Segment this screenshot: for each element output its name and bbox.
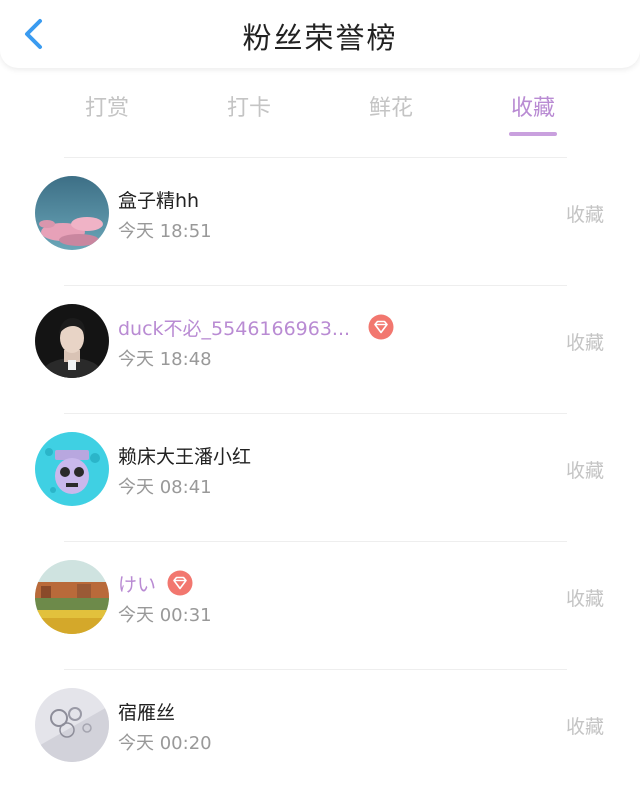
fan-row[interactable]: duck不必_5546166963... 今天 18:48 收藏 [0,300,640,428]
fan-name: 盒子精hh [118,190,200,212]
fan-name: 赖床大王潘小红 [118,446,252,468]
fan-row[interactable]: 赖床大王潘小红 今天 08:41 收藏 [0,428,640,556]
page-title: 粉丝荣誉榜 [242,21,398,55]
fan-row[interactable]: 宿雁丝 今天 00:20 收藏 [0,684,640,812]
fan-time: 今天 00:31 [118,605,212,626]
fan-row[interactable]: けい 今天 00:31 收藏 [0,556,640,684]
avatar[interactable] [35,304,109,378]
avatar[interactable] [35,432,109,506]
tab-favorites[interactable]: 收藏 [483,90,583,122]
fan-time: 今天 00:20 [118,733,212,754]
active-tab-indicator [509,132,557,136]
fan-time: 今天 08:41 [118,477,212,498]
divider [64,413,567,414]
favorite-label: 收藏 [565,460,604,482]
divider [64,669,567,670]
tab-bar: 打赏 打卡 鲜花 收藏 [0,82,640,140]
fan-time: 今天 18:48 [118,349,212,370]
tab-flowers[interactable]: 鲜花 [341,90,441,122]
diamond-badge-icon [368,314,394,340]
favorite-label: 收藏 [565,332,604,354]
divider [64,285,567,286]
fan-name: 宿雁丝 [118,702,176,724]
avatar[interactable] [35,176,109,250]
diamond-badge-icon [167,570,193,596]
avatar[interactable] [35,688,109,762]
tab-checkin[interactable]: 打卡 [199,90,299,122]
tab-tip[interactable]: 打赏 [57,90,157,122]
favorite-label: 收藏 [565,588,604,610]
avatar[interactable] [35,560,109,634]
favorite-label: 收藏 [565,204,604,226]
fan-name: けい [118,574,157,596]
top-bar: 粉丝荣誉榜 [0,0,640,68]
fan-name: duck不必_5546166963... [118,318,351,340]
fan-time: 今天 18:51 [118,221,212,242]
fan-row[interactable]: 盒子精hh 今天 18:51 收藏 [0,172,640,300]
favorite-label: 收藏 [565,716,604,738]
divider [64,157,567,158]
divider [64,541,567,542]
